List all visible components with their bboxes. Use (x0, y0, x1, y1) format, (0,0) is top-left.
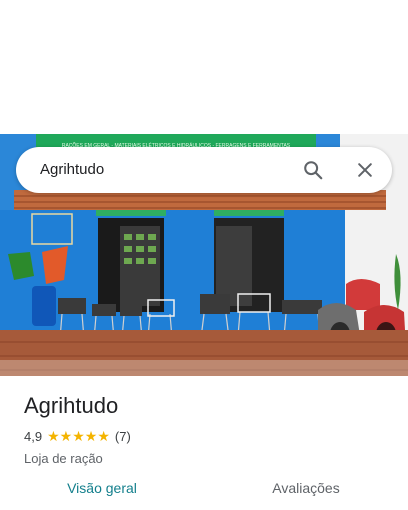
star-icon: ★ (97, 428, 110, 444)
review-count[interactable]: (7) (115, 429, 131, 444)
place-category[interactable]: Loja de ração (24, 451, 384, 466)
search-icon (304, 161, 323, 180)
rating-row[interactable]: 4,9 ★★★★★ (7) (24, 428, 384, 445)
search-button[interactable] (297, 154, 329, 186)
place-tabs: Visão geral Avaliações (0, 478, 408, 510)
close-icon (358, 163, 372, 177)
place-info: Agrihtudo 4,9 ★★★★★ (7) Loja de ração (24, 392, 384, 466)
star-rating-icon: ★★★★★ (47, 428, 110, 445)
rating-value: 4,9 (24, 429, 43, 444)
star-icon: ★ (72, 428, 85, 444)
clear-search-button[interactable] (349, 154, 381, 186)
search-query[interactable]: Agrihtudo (40, 147, 104, 193)
star-icon: ★ (59, 428, 73, 444)
star-icon: ★ (84, 428, 98, 444)
search-bar[interactable]: Agrihtudo (16, 147, 392, 193)
tab-reviews[interactable]: Avaliações (204, 478, 408, 510)
star-icon: ★ (47, 428, 60, 444)
place-title: Agrihtudo (24, 393, 119, 418)
tab-overview[interactable]: Visão geral (0, 478, 204, 510)
